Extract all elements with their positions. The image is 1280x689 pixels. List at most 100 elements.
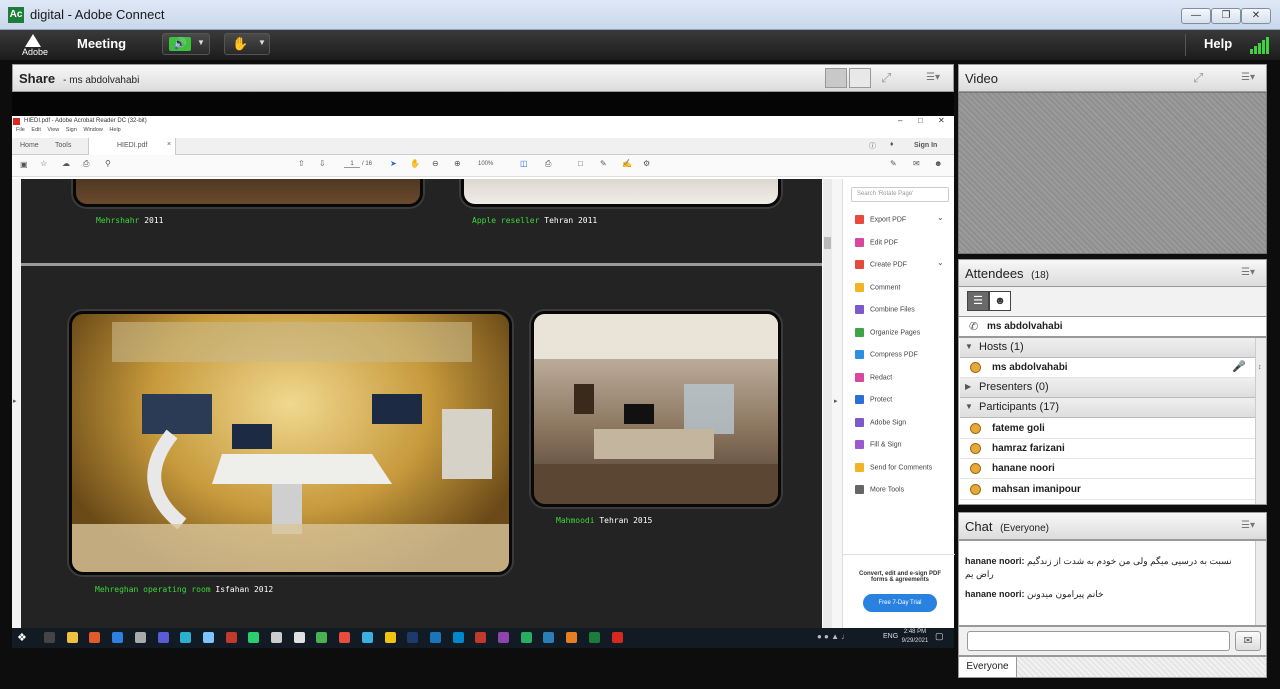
menu-file[interactable]: File bbox=[16, 127, 25, 133]
comment-icon[interactable]: □ bbox=[578, 159, 583, 168]
taskbar-app-icon[interactable] bbox=[134, 632, 146, 643]
acrobat-restore-button[interactable]: □ bbox=[918, 116, 923, 125]
taskbar-app-icon[interactable] bbox=[89, 632, 101, 643]
zoom-search-icon[interactable]: ⚲ bbox=[105, 159, 111, 168]
menu-help[interactable]: Help bbox=[109, 127, 120, 133]
taskbar-app-icon[interactable] bbox=[339, 632, 351, 643]
host-row[interactable]: ms abdolvahabi 🎤 bbox=[960, 358, 1255, 378]
windows-start-icon[interactable]: ❖ bbox=[17, 631, 29, 644]
taskbar-app-icon[interactable] bbox=[566, 632, 578, 643]
expand-left-icon[interactable]: ▸ bbox=[13, 397, 17, 405]
tool-protect[interactable]: Protect bbox=[855, 395, 892, 404]
taskbar-app-icon[interactable] bbox=[180, 632, 192, 643]
taskbar-app-icon[interactable] bbox=[543, 632, 555, 643]
vertical-scrollbar[interactable] bbox=[823, 179, 832, 628]
taskbar-app-icon[interactable] bbox=[44, 632, 55, 643]
taskbar-app-icon[interactable] bbox=[157, 632, 169, 643]
pod-menu-icon[interactable]: ☰▾ bbox=[926, 72, 940, 83]
sign-icon[interactable]: ✍ bbox=[622, 159, 632, 168]
tool-edit-pdf[interactable]: Edit PDF bbox=[855, 237, 898, 247]
taskbar-app-icon[interactable] bbox=[361, 632, 373, 643]
stamp-icon[interactable]: ⚙ bbox=[643, 159, 650, 168]
taskbar-app-icon[interactable] bbox=[248, 632, 260, 643]
tab-tools[interactable]: Tools bbox=[55, 142, 71, 149]
taskbar-app-icon[interactable] bbox=[498, 632, 509, 643]
hosts-group[interactable]: ▼ Hosts (1) bbox=[960, 338, 1255, 358]
tool-fill-sign[interactable]: Fill & Sign bbox=[855, 440, 902, 449]
tab-everyone[interactable]: Everyone bbox=[959, 657, 1017, 677]
acrobat-close-button[interactable]: ✕ bbox=[938, 116, 945, 125]
collapse-right-icon[interactable]: ▸ bbox=[834, 397, 838, 405]
save-icon[interactable]: ▣ bbox=[20, 160, 28, 169]
help-menu[interactable]: Help bbox=[1204, 36, 1232, 51]
tool-send-for-comments[interactable]: Send for Comments bbox=[855, 462, 932, 472]
taskbar-app-icon[interactable] bbox=[293, 632, 305, 643]
list-view-icon[interactable]: ☰ bbox=[967, 291, 989, 311]
taskbar-app-icon[interactable] bbox=[66, 632, 78, 643]
mail-icon[interactable]: ✉ bbox=[913, 159, 920, 168]
zoom-out-icon[interactable]: ⊖ bbox=[432, 159, 439, 168]
fit-page-icon[interactable]: ◫ bbox=[520, 159, 528, 168]
status-control[interactable]: ✋ ▼ bbox=[224, 33, 270, 55]
taskbar-app-icon[interactable] bbox=[452, 632, 464, 643]
notification-icon[interactable]: ▢ bbox=[935, 631, 944, 642]
status-view-icon[interactable]: ☻ bbox=[989, 291, 1011, 311]
tab-document[interactable]: HIEDI.pdf × bbox=[88, 138, 176, 155]
taskbar-app-icon[interactable] bbox=[225, 632, 237, 643]
taskbar-app-icon[interactable] bbox=[588, 632, 600, 643]
highlight-icon[interactable]: ⎙ bbox=[545, 159, 551, 169]
chevron-down-icon[interactable]: ⌄ bbox=[937, 258, 944, 267]
page-down-icon[interactable]: ⇩ bbox=[319, 159, 326, 168]
tool-create-pdf[interactable]: Create PDF ⌄ bbox=[855, 258, 944, 269]
hand-icon[interactable]: ✋ bbox=[410, 159, 420, 168]
speaker-control[interactable]: 🔊 ▼ bbox=[162, 33, 210, 55]
pod-menu-icon[interactable]: ☰▾ bbox=[1241, 267, 1255, 278]
meeting-menu[interactable]: Meeting bbox=[77, 36, 126, 51]
chat-input[interactable] bbox=[967, 631, 1230, 651]
star-icon[interactable]: ☆ bbox=[40, 159, 47, 168]
pod-menu-icon[interactable]: ☰▾ bbox=[1241, 520, 1255, 531]
minimize-button[interactable]: — bbox=[1181, 8, 1211, 24]
tool-export-pdf[interactable]: Export PDF ⌄ bbox=[855, 213, 944, 224]
pen-icon[interactable]: ✎ bbox=[600, 159, 607, 168]
chat-scrollbar[interactable] bbox=[1255, 541, 1266, 625]
tool-comment[interactable]: Comment bbox=[855, 282, 900, 292]
close-icon[interactable]: × bbox=[167, 141, 171, 148]
zoom-select[interactable]: 100% bbox=[478, 161, 493, 167]
help-icon[interactable]: ⓘ bbox=[869, 141, 876, 151]
attendees-scrollbar[interactable]: ↕ bbox=[1255, 338, 1266, 504]
pod-menu-icon[interactable]: ☰▾ bbox=[1241, 72, 1255, 83]
taskbar-app-icon[interactable] bbox=[112, 632, 124, 643]
tool-organize-pages[interactable]: Organize Pages bbox=[855, 327, 920, 337]
menu-sign[interactable]: Sign bbox=[66, 127, 77, 133]
scrollbar-thumb[interactable] bbox=[824, 237, 831, 249]
tool-more-tools[interactable]: More Tools bbox=[855, 485, 904, 494]
sign-in-link[interactable]: Sign In bbox=[914, 142, 937, 149]
fill-sign-icon[interactable]: ✎ bbox=[890, 159, 897, 168]
fullscreen-icon[interactable]: ⤢ bbox=[881, 70, 891, 86]
fullscreen-icon[interactable]: ⤢ bbox=[1193, 70, 1203, 86]
acrobat-minimize-button[interactable]: – bbox=[898, 116, 902, 125]
send-message-icon[interactable]: ✉ bbox=[1235, 631, 1261, 651]
zoom-in-icon[interactable]: ⊕ bbox=[454, 159, 461, 168]
menu-edit[interactable]: Edit bbox=[31, 127, 40, 133]
tab-home[interactable]: Home bbox=[20, 142, 39, 149]
participant-row[interactable]: hamraz farizani bbox=[960, 439, 1255, 459]
taskbar-app-icon[interactable] bbox=[316, 632, 328, 643]
participant-row[interactable]: hanane noori bbox=[960, 459, 1255, 479]
taskbar-app-icon[interactable] bbox=[271, 632, 282, 643]
tool-adobe-sign[interactable]: Adobe Sign bbox=[855, 417, 906, 427]
taskbar-app-icon[interactable] bbox=[520, 632, 532, 643]
tool-redact[interactable]: Redact bbox=[855, 372, 892, 382]
upload-icon[interactable]: ☁ bbox=[62, 159, 70, 168]
presenters-group[interactable]: ▶ Presenters (0) bbox=[960, 378, 1255, 398]
page-up-icon[interactable]: ⇧ bbox=[298, 159, 305, 168]
tool-combine-files[interactable]: Combine Files bbox=[855, 305, 915, 314]
current-user-row[interactable]: ✆ ms abdolvahabi bbox=[958, 316, 1267, 337]
print-icon[interactable]: ⎙ bbox=[83, 159, 89, 169]
tool-compress-pdf[interactable]: Compress PDF bbox=[855, 350, 918, 359]
menu-view[interactable]: View bbox=[47, 127, 59, 133]
account-icon[interactable]: ☻ bbox=[934, 159, 942, 168]
fit-width-icon[interactable] bbox=[849, 68, 871, 88]
taskbar-app-icon[interactable] bbox=[384, 632, 396, 643]
